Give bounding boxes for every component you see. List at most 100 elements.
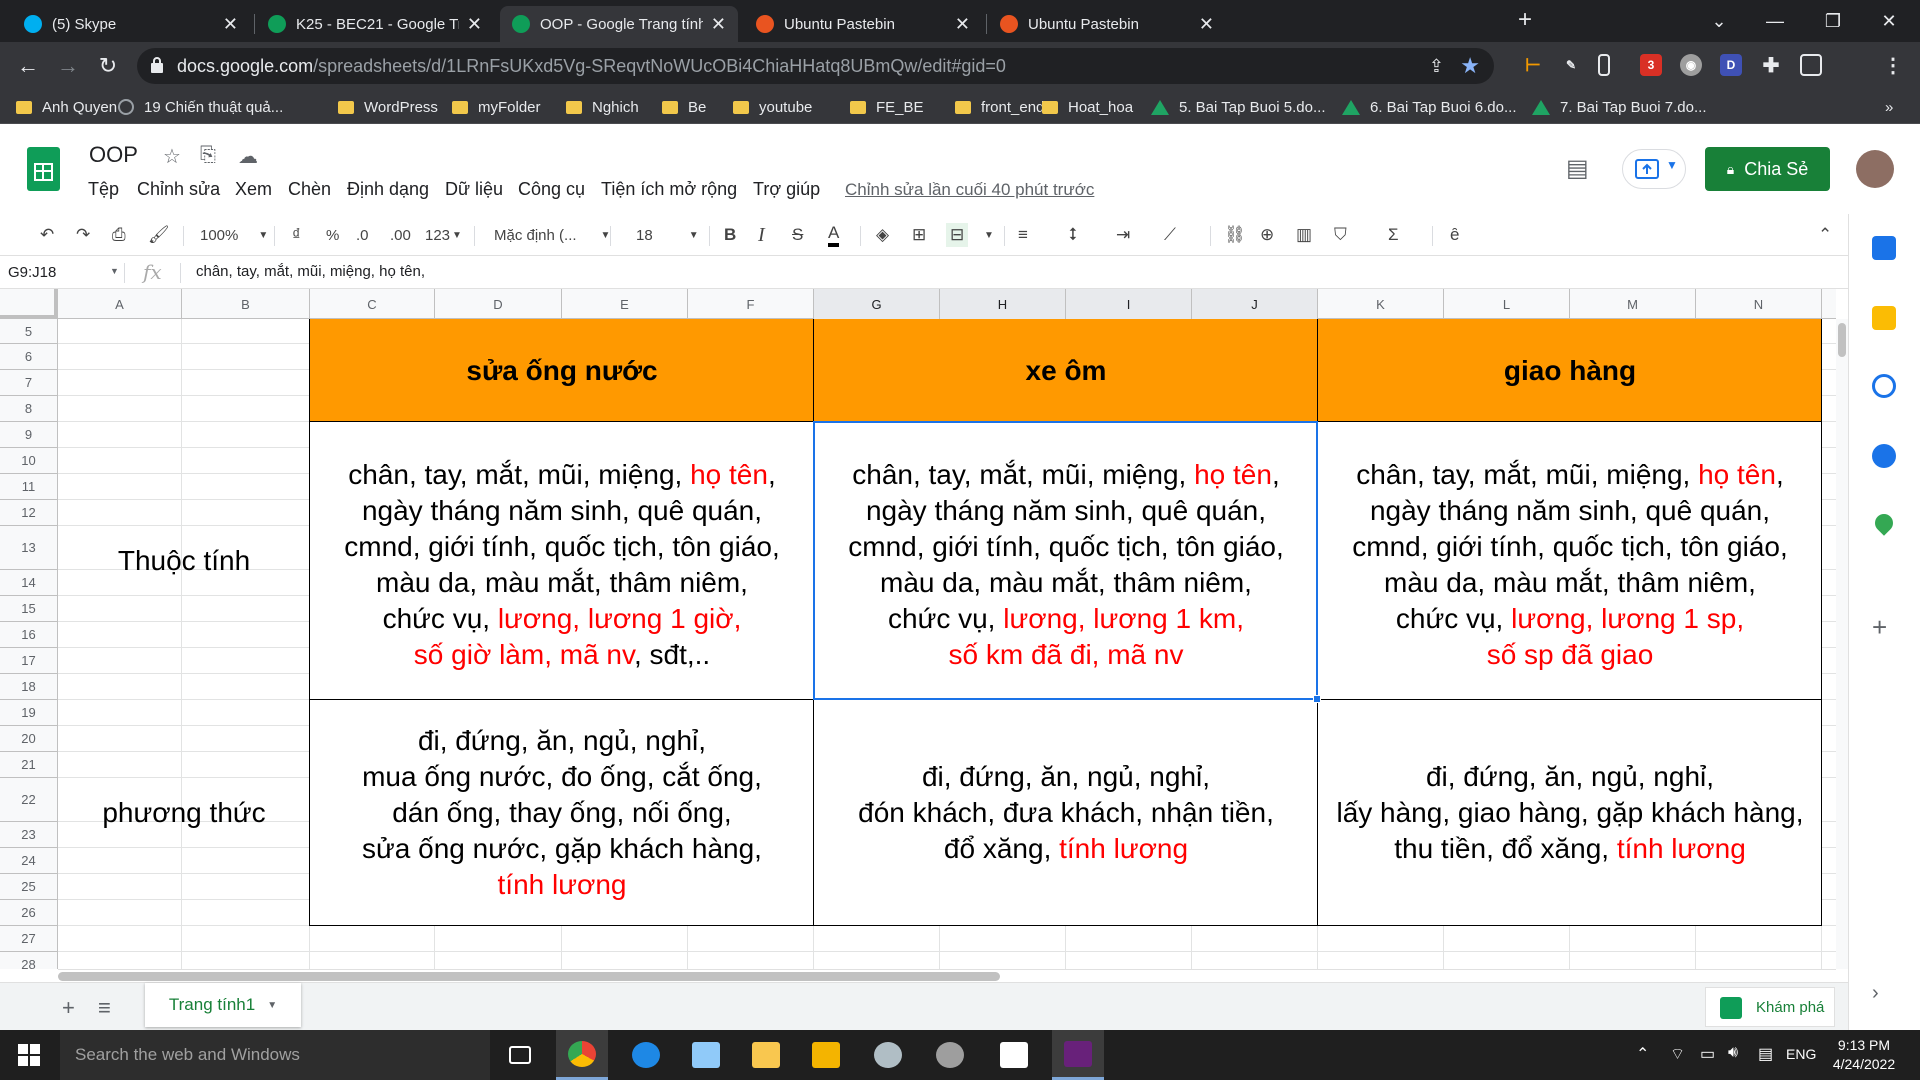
notepad-icon[interactable] — [680, 1030, 732, 1080]
reload-icon[interactable]: ↻ — [94, 52, 122, 80]
merge-cells-icon[interactable]: ⊟ — [946, 223, 969, 247]
strikethrough-icon[interactable]: S — [792, 223, 803, 247]
row-header[interactable]: 7 — [0, 370, 58, 396]
bookmark-star-icon[interactable]: ★ — [1460, 53, 1480, 79]
bookmark-item[interactable]: Hoat_hoa — [1042, 96, 1133, 118]
sheets-logo-icon[interactable] — [27, 147, 60, 191]
extension-icon[interactable]: 3 — [1640, 54, 1662, 76]
maps-icon[interactable] — [1871, 510, 1897, 536]
bookmark-item[interactable]: Be — [662, 96, 706, 118]
row-header[interactable]: 27 — [0, 926, 58, 952]
select-all-corner[interactable] — [0, 289, 58, 319]
close-tab-icon[interactable]: ✕ — [1199, 14, 1214, 35]
vertical-align-icon[interactable]: ⭥ — [1068, 223, 1077, 247]
action-center-icon[interactable]: ▤ — [1758, 1044, 1773, 1064]
row-header[interactable]: 19 — [0, 700, 58, 726]
column-header[interactable]: M — [1570, 289, 1696, 319]
vertical-scrollbar[interactable] — [1836, 319, 1848, 969]
row-label-attributes[interactable]: Thuộc tính — [58, 422, 310, 700]
close-tab-icon[interactable]: ✕ — [711, 14, 726, 35]
sheet-tab[interactable]: Trang tính1 ▼ — [145, 983, 301, 1027]
close-tab-icon[interactable]: ✕ — [467, 14, 482, 35]
currency-format-button[interactable]: ₫ — [292, 223, 301, 247]
extension-icon[interactable]: ◉ — [1680, 54, 1702, 76]
horizontal-align-icon[interactable]: ≡ — [1018, 223, 1028, 247]
column-header[interactable]: I — [1066, 289, 1192, 319]
italic-icon[interactable]: I — [758, 223, 765, 247]
functions-icon[interactable]: Σ — [1388, 223, 1399, 247]
row-header[interactable]: 22 — [0, 778, 58, 822]
clock[interactable]: 9:13 PM 4/24/2022 — [1814, 1036, 1914, 1074]
taskbar-search[interactable]: Search the web and Windows — [60, 1030, 490, 1080]
methods-cell[interactable]: đi, đứng, ăn, ngủ, nghỉ, mua ống nước, đo… — [310, 700, 814, 926]
document-title[interactable]: OOP — [89, 142, 138, 168]
tab-search-icon[interactable]: ⌄ — [1696, 0, 1742, 42]
column-header[interactable]: C — [310, 289, 435, 319]
comments-icon[interactable]: ▤ — [1566, 154, 1594, 182]
windows-start-icon[interactable] — [18, 1044, 40, 1066]
tasks-icon[interactable] — [1872, 374, 1896, 398]
row-header[interactable]: 8 — [0, 396, 58, 422]
collapse-toolbar-icon[interactable]: ⌃ — [1818, 223, 1832, 247]
bookmark-item[interactable]: 19 Chiến thuật quả... — [118, 96, 283, 118]
explore-button[interactable]: Khám phá — [1705, 987, 1835, 1027]
more-formats-button[interactable]: 123 ▼ — [425, 223, 462, 247]
row-label-methods[interactable]: phương thức — [58, 700, 310, 926]
print-icon[interactable]: ⎙ — [112, 223, 126, 247]
edge-icon[interactable] — [620, 1030, 672, 1080]
column-header[interactable]: F — [688, 289, 814, 319]
borders-icon[interactable]: ⊞ — [912, 223, 926, 247]
formula-input[interactable]: chân, tay, mắt, mũi, miệng, họ tên, — [196, 263, 425, 280]
browser-tab[interactable]: Ubuntu Pastebin ✕ — [744, 6, 982, 42]
visual-studio-icon[interactable] — [1052, 1030, 1104, 1080]
column-header[interactable]: J — [1192, 289, 1318, 319]
input-tools-icon[interactable]: ȇ — [1450, 223, 1459, 247]
new-tab-button[interactable]: + — [1518, 6, 1532, 33]
browser-tab[interactable]: (5) Skype ✕ — [12, 6, 250, 42]
row-header[interactable]: 26 — [0, 900, 58, 926]
scrollbar-thumb[interactable] — [58, 972, 1000, 981]
row-header[interactable]: 10 — [0, 448, 58, 474]
class-header-cell[interactable]: xe ôm — [814, 319, 1318, 422]
store-icon[interactable] — [988, 1030, 1040, 1080]
cloud-status-icon[interactable]: ☁ — [238, 144, 260, 168]
side-panel-icon[interactable] — [1800, 54, 1822, 76]
menu-item[interactable]: Trợ giúp — [753, 179, 820, 200]
language-indicator[interactable]: ENG — [1786, 1046, 1816, 1062]
row-header[interactable]: 24 — [0, 848, 58, 874]
share-button[interactable]: 🔒︎ Chia Sẻ — [1705, 147, 1830, 191]
menu-icon[interactable]: ⋮ — [1882, 54, 1904, 77]
undo-icon[interactable]: ↶ — [40, 223, 54, 247]
bookmarks-more-button[interactable]: » — [1885, 96, 1893, 118]
percent-format-button[interactable]: % — [326, 223, 339, 247]
file-explorer-icon[interactable] — [740, 1030, 792, 1080]
increase-decimal-button[interactable]: .00 — [390, 223, 411, 247]
link-icon[interactable]: ⛓︎ — [1224, 223, 1246, 247]
column-header[interactable]: N — [1696, 289, 1822, 319]
column-header[interactable]: G — [814, 289, 940, 319]
font-select[interactable]: Mặc định (... ▼ — [494, 223, 610, 247]
paint-icon[interactable] — [862, 1030, 914, 1080]
add-sheet-button[interactable]: + — [62, 995, 75, 1021]
menu-item[interactable]: Tệp — [88, 179, 119, 200]
spreadsheet-grid[interactable]: ABCDEFGHIJKLMN 5 6 7 8 9 10 11 12 13 14 15 16 17 18 19… — [0, 289, 1836, 969]
menu-item[interactable]: Định dạng — [347, 179, 429, 200]
menu-item[interactable]: Dữ liệu — [445, 179, 503, 200]
contacts-icon[interactable] — [1872, 444, 1896, 468]
row-header[interactable]: 5 — [0, 319, 58, 344]
column-header[interactable]: A — [58, 289, 182, 319]
scrollbar-thumb[interactable] — [1838, 323, 1846, 357]
task-view-icon[interactable] — [494, 1030, 546, 1080]
app-icon[interactable] — [800, 1030, 852, 1080]
attributes-cell[interactable]: chân, tay, mắt, mũi, miệng, họ tên, ngày … — [310, 422, 814, 700]
zoom-select[interactable]: 100% ▼ — [200, 223, 268, 247]
class-header-cell[interactable]: sửa ống nước — [310, 319, 814, 422]
extension-icon[interactable]: D — [1720, 54, 1742, 76]
menu-item[interactable]: Tiện ích mở rộng — [601, 179, 737, 200]
bookmark-item[interactable]: Nghich — [566, 96, 639, 118]
add-addon-icon[interactable]: + — [1872, 612, 1896, 642]
row-header[interactable]: 16 — [0, 622, 58, 648]
puzzle-icon[interactable]: ✚ — [1760, 54, 1782, 77]
row-header[interactable]: 28 — [0, 952, 58, 969]
close-tab-icon[interactable]: ✕ — [955, 14, 970, 35]
